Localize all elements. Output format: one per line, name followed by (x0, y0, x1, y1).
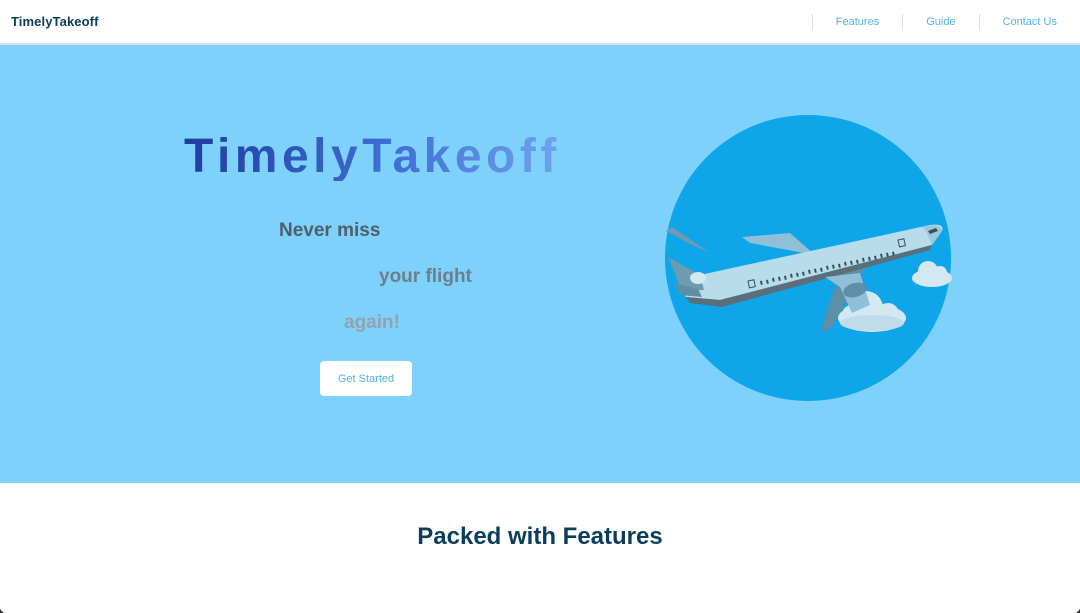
hero-title: TimelyTakeoff (184, 130, 561, 183)
nav-link-contact-us[interactable]: Contact Us (980, 16, 1080, 28)
nav-menu: Features Guide Contact Us (811, 0, 1080, 43)
tagline-line-2: your flight (379, 266, 472, 287)
hero-section: TimelyTakeoff Never miss your flight aga… (0, 45, 1080, 483)
airplane-illustration (665, 115, 952, 401)
nav-link-features[interactable]: Features (813, 16, 902, 28)
features-heading: Packed with Features (417, 523, 663, 550)
top-navbar: TimelyTakeoff Features Guide Contact Us (0, 0, 1080, 45)
tagline-line-3: again! (344, 312, 400, 333)
window-corner (1074, 607, 1080, 613)
nav-link-guide[interactable]: Guide (903, 16, 978, 28)
get-started-button[interactable]: Get Started (320, 361, 412, 396)
window-corner (0, 607, 6, 613)
tagline-line-1: Never miss (279, 220, 381, 241)
brand-logo-text[interactable]: TimelyTakeoff (11, 14, 99, 29)
